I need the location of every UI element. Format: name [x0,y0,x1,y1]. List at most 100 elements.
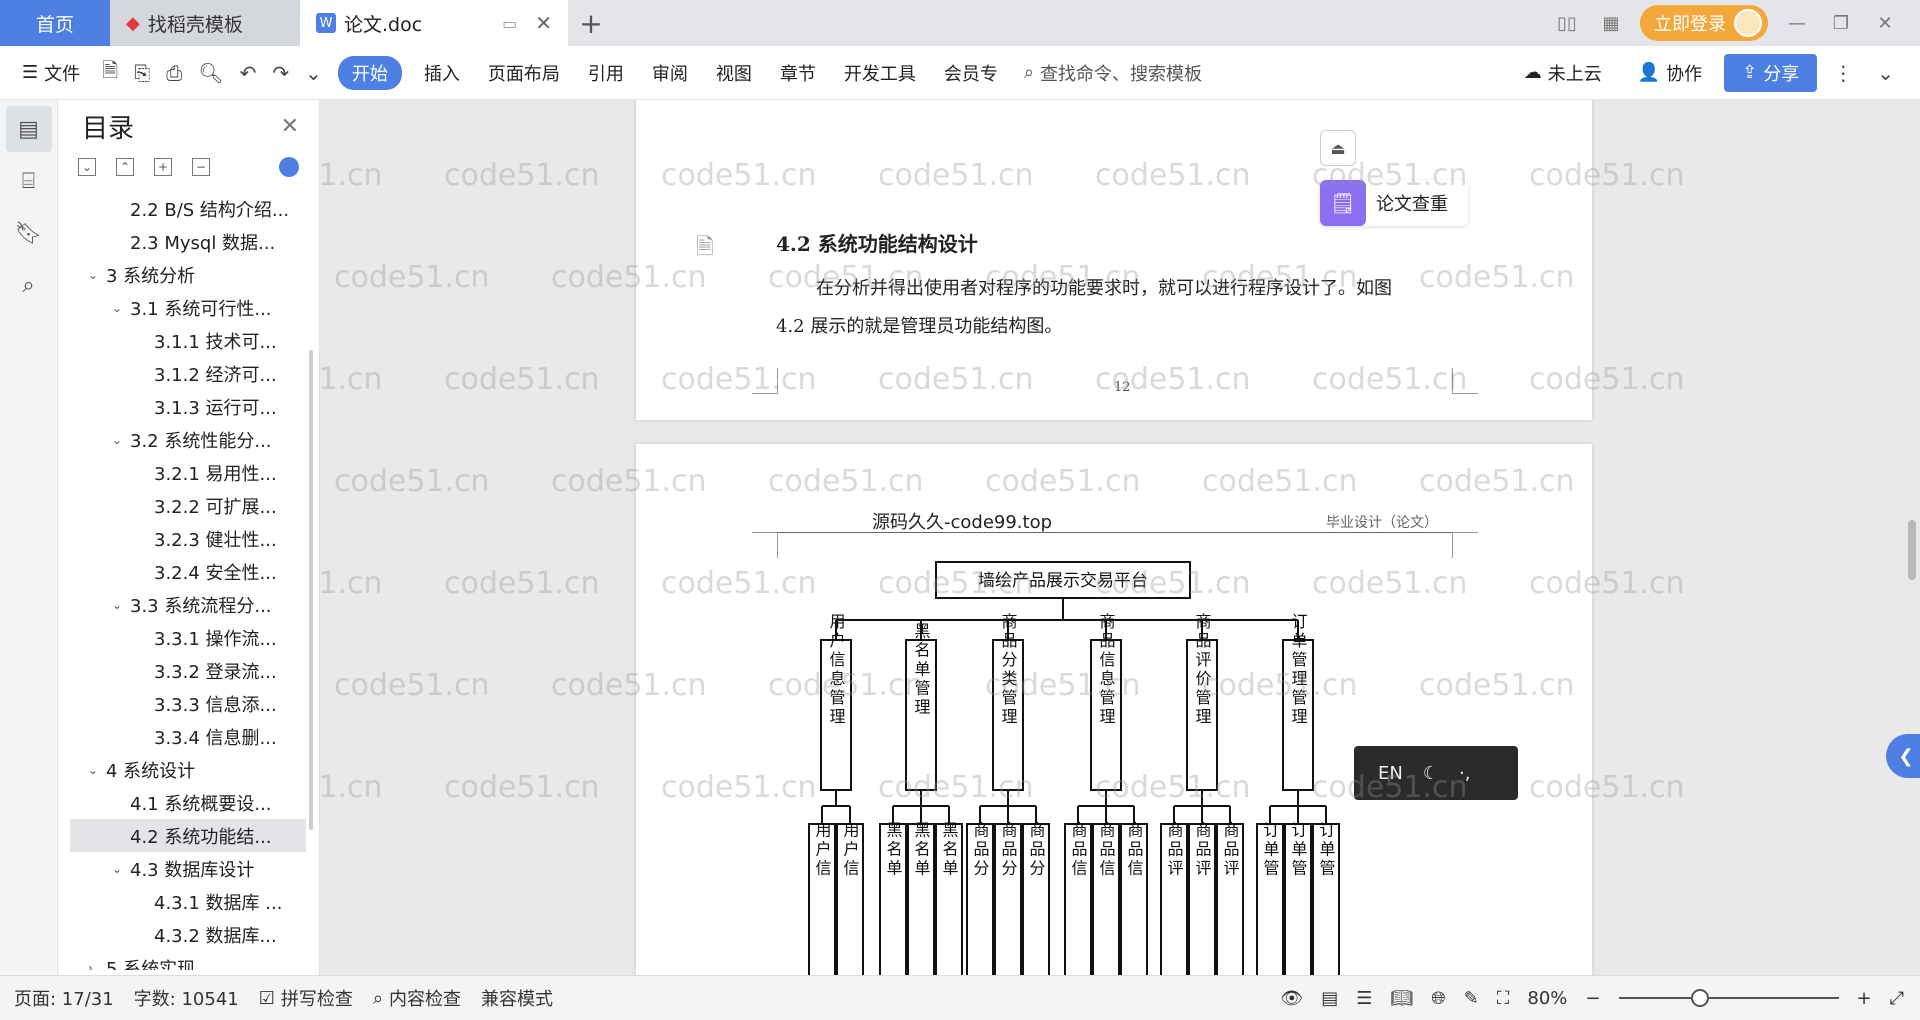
toc-item[interactable]: 3.1.2 经济可... [70,357,306,390]
toc-item[interactable]: 3.3.3 信息添... [70,687,306,720]
menu-member[interactable]: 会员专 [930,60,1012,86]
outline-view-icon[interactable]: ☰ [1356,988,1372,1009]
zoom-slider[interactable] [1618,989,1839,1007]
menu-view[interactable]: 视图 [702,60,766,86]
minimize-icon[interactable]: — [1782,13,1812,34]
save-icon[interactable]: 🗎 [94,56,126,90]
eye-protection-icon[interactable]: 👁 [1280,988,1303,1009]
toc-item[interactable]: 2.3 Mysql 数据... [70,225,306,258]
punctuation-icon[interactable]: ·, [1459,763,1470,784]
close-icon[interactable]: ✕ [281,114,299,139]
collapse-panel-icon[interactable]: ⏏ [1320,130,1356,166]
restore-icon[interactable]: ❐ [1826,13,1856,34]
paper-check-button[interactable]: 🗒 论文查重 [1320,180,1468,226]
toc-item[interactable]: 3.1.1 技术可... [70,324,306,357]
tab-template[interactable]: ◆ 找稻壳模板 [110,0,300,46]
login-button[interactable]: 立即登录 [1640,5,1768,41]
toc-item[interactable]: 3.2.3 健壮性... [70,522,306,555]
menu-start[interactable]: 开始 [337,55,402,90]
toc-item[interactable]: 4.1 系统概要设... [70,786,306,819]
menu-page-layout[interactable]: 页面布局 [474,60,574,86]
page-view-icon[interactable]: ▤ [1321,988,1338,1009]
toc-scrollbar[interactable] [309,350,313,830]
more-icon[interactable]: ⋮ [1825,61,1861,85]
menu-chapter[interactable]: 章节 [766,60,830,86]
find-icon[interactable]: ⌕ [6,262,52,308]
toc-item[interactable]: 3.2.1 易用性... [70,456,306,489]
remove-heading-icon[interactable]: − [192,158,210,176]
grid-icon[interactable]: ▦ [1596,13,1626,34]
chevron-down-icon[interactable]: ⌄ [112,862,130,876]
toc-item[interactable]: ⌄ 3 系统分析 [70,258,306,291]
fullscreen-icon[interactable]: ⤢ [1890,988,1904,1009]
smart-toc-icon[interactable] [279,157,299,177]
ime-language[interactable]: EN [1378,763,1403,784]
ime-toolbar[interactable]: EN ☾ ·, [1354,746,1518,800]
export-icon[interactable]: ⎘ [126,61,158,85]
toc-item[interactable]: 2.2 B/S 结构介绍... [70,192,306,225]
toc-item[interactable]: 4.3.1 数据库 ... [70,885,306,918]
toc-item[interactable]: 3.1.3 运行可... [70,390,306,423]
toc-item[interactable]: ⌄ 3.2 系统性能分... [70,423,306,456]
zoom-knob[interactable] [1690,989,1709,1007]
menu-insert[interactable]: 插入 [410,60,474,86]
toc-item[interactable]: 3.3.4 信息删... [70,720,306,753]
toc-item[interactable]: 4.2 系统功能结... [70,819,306,852]
toc-item[interactable]: ⌄ 4 系统设计 [70,753,306,786]
collapse-all-icon[interactable]: ⌃ [116,158,134,176]
menu-developer[interactable]: 开发工具 [830,60,930,86]
toc-panel-icon[interactable]: ▤ [5,106,52,152]
zoom-in-icon[interactable]: + [1857,988,1872,1009]
word-count[interactable]: 字数: 10541 [124,985,249,1011]
zoom-out-icon[interactable]: − [1585,988,1600,1009]
web-view-icon[interactable]: 🌐︎ [1431,988,1445,1009]
vertical-scrollbar[interactable] [1902,100,1920,975]
collapse-ribbon-icon[interactable]: ⌄ [1869,61,1902,85]
toc-item[interactable]: ⌄ 3.1 系统可行性... [70,291,306,324]
new-tab-button[interactable]: + [568,0,614,46]
chevron-down-icon[interactable]: ⌄ [88,763,106,777]
pen-icon[interactable]: ✎ [1464,988,1479,1009]
command-search[interactable]: ⌕ 查找命令、搜索模板 [1012,60,1214,86]
redo-icon[interactable]: ↷ [264,61,297,85]
reading-view-icon[interactable]: 📖︎ [1390,988,1413,1009]
toc-item[interactable]: ⌄ 4.3 数据库设计 [70,852,306,885]
cloud-status[interactable]: ☁ 未上云 [1510,60,1616,86]
close-window-icon[interactable]: ✕ [1870,13,1900,34]
toc-item[interactable]: 3.3.1 操作流... [70,621,306,654]
chevron-down-icon[interactable]: ⌄ [88,268,106,282]
toc-item[interactable]: ⌄ 3.3 系统流程分... [70,588,306,621]
paragraph-options-icon[interactable]: 🗎 [696,230,714,268]
close-tab-icon[interactable]: ✕ [535,11,552,35]
chevron-down-icon[interactable]: ⌄ [112,433,130,447]
monitor-icon[interactable]: ▭ [502,14,517,33]
chevron-right-icon[interactable]: › [88,961,106,971]
chevron-down-icon[interactable]: ⌄ [112,301,130,315]
tab-home[interactable]: 首页 [0,0,110,46]
page-indicator[interactable]: 页面: 17/31 [0,985,124,1011]
menu-review[interactable]: 审阅 [638,60,702,86]
zoom-level[interactable]: 80% [1527,988,1567,1009]
chevron-down-icon[interactable]: ⌄ [112,598,130,612]
customize-dropdown-icon[interactable]: ⌄ [297,61,330,85]
content-check[interactable]: ⌕ 内容检查 [363,985,471,1011]
print-preview-icon[interactable]: 🔍︎ [190,61,231,85]
layout-icon[interactable]: ▯▯ [1552,13,1582,34]
toc-item[interactable]: › 5 系统实现 [70,951,306,971]
file-menu[interactable]: ☰ 文件 [0,60,94,86]
toc-item[interactable]: 3.2.4 安全性... [70,555,306,588]
add-heading-icon[interactable]: + [154,158,172,176]
moon-icon[interactable]: ☾ [1423,763,1439,784]
print-icon[interactable]: ⎙ [158,61,190,85]
tab-document[interactable]: W 论文.doc ▭ ✕ [300,0,568,46]
spell-check[interactable]: ☑ 拼写检查 [249,985,363,1011]
share-button[interactable]: ⇪ 分享 [1724,53,1818,92]
bookmark-icon[interactable]: 🔖︎ [6,210,52,256]
toc-item[interactable]: 4.3.2 数据库... [70,918,306,951]
fit-page-icon[interactable]: ⛶ [1497,988,1510,1009]
undo-icon[interactable]: ↶ [232,61,265,85]
toc-item[interactable]: 3.2.2 可扩展... [70,489,306,522]
toc-item[interactable]: 3.3.2 登录流... [70,654,306,687]
expand-all-icon[interactable]: ⌄ [78,158,96,176]
menu-references[interactable]: 引用 [574,60,638,86]
